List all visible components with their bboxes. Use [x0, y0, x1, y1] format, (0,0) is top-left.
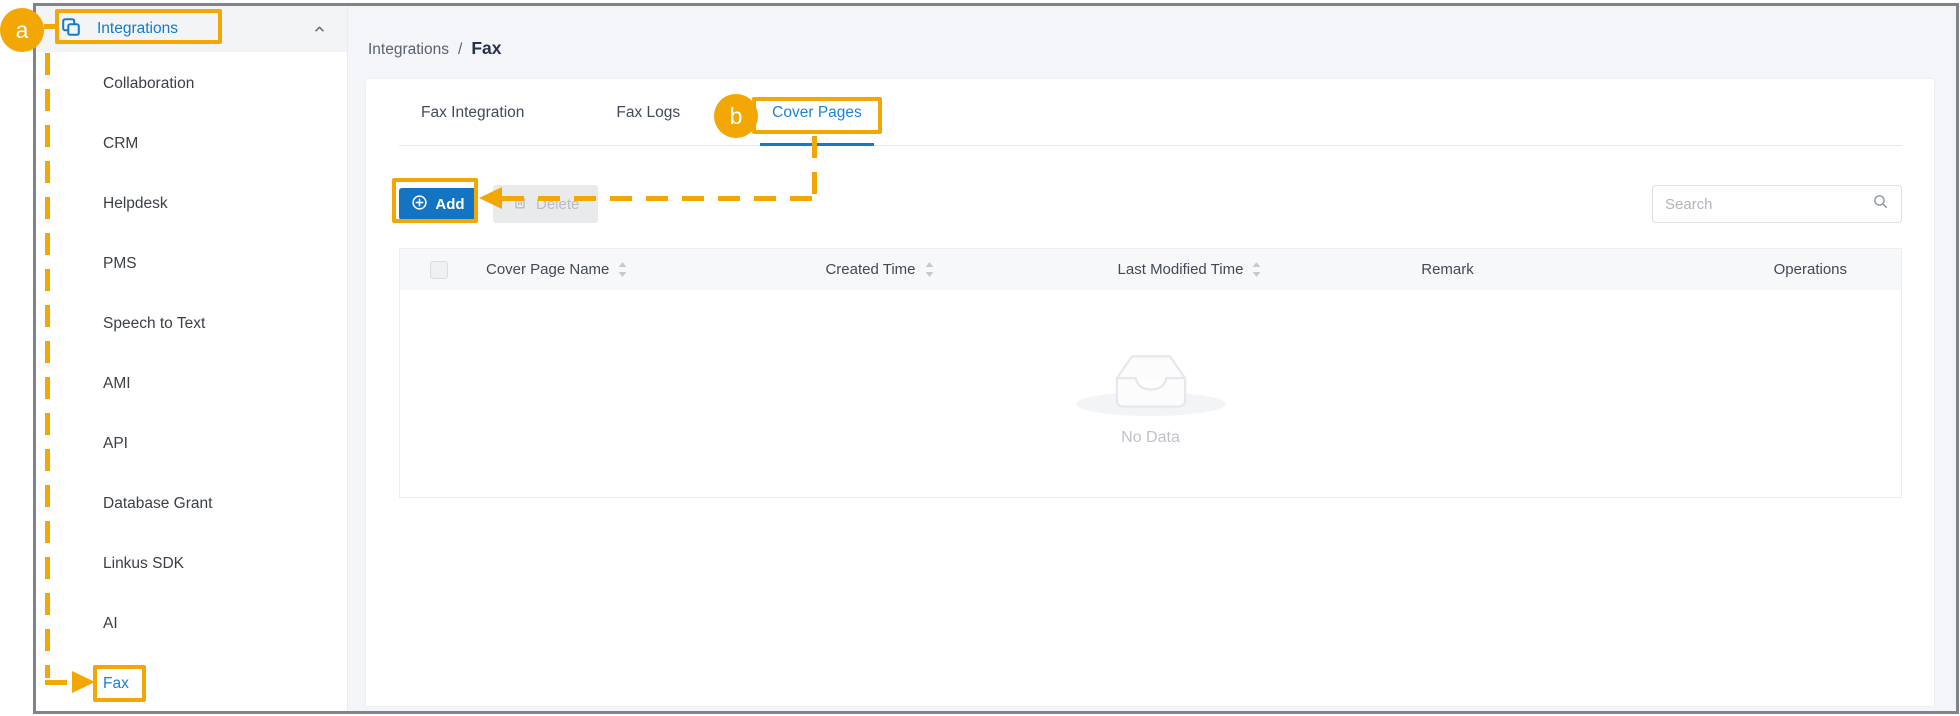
select-all-checkbox[interactable] [430, 261, 448, 279]
sort-carets-icon [924, 261, 935, 278]
table-header-cover-page-name[interactable]: Cover Page Name [478, 261, 700, 278]
sort-carets-icon [1251, 261, 1262, 278]
tab-fax-logs[interactable]: Fax Logs [604, 79, 692, 146]
sidebar-items: Collaboration CRM Helpdesk PMS Speech to… [36, 54, 347, 714]
search-box [1652, 185, 1902, 223]
table-header-checkbox-cell [400, 261, 478, 279]
breadcrumb: Integrations / Fax [368, 38, 501, 59]
sidebar-group-integrations[interactable]: Integrations [36, 6, 347, 52]
empty-state-text: No Data [1121, 429, 1180, 447]
page-title: Fax [471, 38, 501, 59]
sidebar-group-label: Integrations [97, 20, 178, 38]
sidebar-item-database-grant[interactable]: Database Grant [36, 474, 347, 534]
cover-pages-table: Cover Page Name Created Time [399, 248, 1902, 498]
delete-button[interactable]: Delete [493, 185, 598, 223]
sidebar: Integrations Collaboration CRM Helpdesk … [36, 6, 348, 711]
table-header-row: Cover Page Name Created Time [400, 249, 1901, 290]
tab-cover-pages[interactable]: Cover Pages [760, 79, 874, 146]
app-window: Integrations Collaboration CRM Helpdesk … [33, 3, 1959, 714]
content-card: Fax Integration Fax Logs Cover Pages Add [365, 78, 1935, 707]
empty-inbox-icon [1076, 340, 1226, 416]
breadcrumb-separator: / [458, 41, 462, 59]
tab-bar: Fax Integration Fax Logs Cover Pages [399, 79, 1902, 146]
screenshot-stage: Integrations Collaboration CRM Helpdesk … [0, 0, 1960, 716]
add-button-label: Add [435, 196, 464, 213]
sidebar-item-fax[interactable]: Fax [36, 654, 347, 714]
chevron-up-icon[interactable] [312, 22, 327, 41]
table-header-remark: Remark [1320, 261, 1575, 278]
sidebar-item-api[interactable]: API [36, 414, 347, 474]
sidebar-item-collaboration[interactable]: Collaboration [36, 54, 347, 114]
table-header-created-time[interactable]: Created Time [700, 261, 1060, 278]
main-area: Integrations / Fax Fax Integration Fax L… [348, 6, 1956, 711]
table-body: No Data [400, 290, 1901, 497]
add-button[interactable]: Add [399, 188, 477, 220]
magnifier-icon [1872, 193, 1889, 215]
table-header-operations: Operations [1575, 261, 1901, 278]
breadcrumb-parent[interactable]: Integrations [368, 41, 449, 59]
delete-button-label: Delete [536, 196, 579, 213]
sort-carets-icon [617, 261, 628, 278]
table-header-last-modified-time[interactable]: Last Modified Time [1060, 261, 1320, 278]
sidebar-item-ai[interactable]: AI [36, 594, 347, 654]
empty-state: No Data [400, 290, 1901, 497]
toolbar: Add Delete [399, 185, 1902, 223]
trash-icon [512, 194, 528, 215]
sidebar-item-crm[interactable]: CRM [36, 114, 347, 174]
sidebar-item-pms[interactable]: PMS [36, 234, 347, 294]
tab-fax-integration[interactable]: Fax Integration [409, 79, 536, 146]
integrations-icon [60, 16, 82, 43]
sidebar-item-linkus-sdk[interactable]: Linkus SDK [36, 534, 347, 594]
search-input[interactable] [1665, 196, 1872, 213]
sidebar-item-helpdesk[interactable]: Helpdesk [36, 174, 347, 234]
sidebar-item-ami[interactable]: AMI [36, 354, 347, 414]
sidebar-item-speech-to-text[interactable]: Speech to Text [36, 294, 347, 354]
plus-circle-icon [411, 194, 428, 215]
